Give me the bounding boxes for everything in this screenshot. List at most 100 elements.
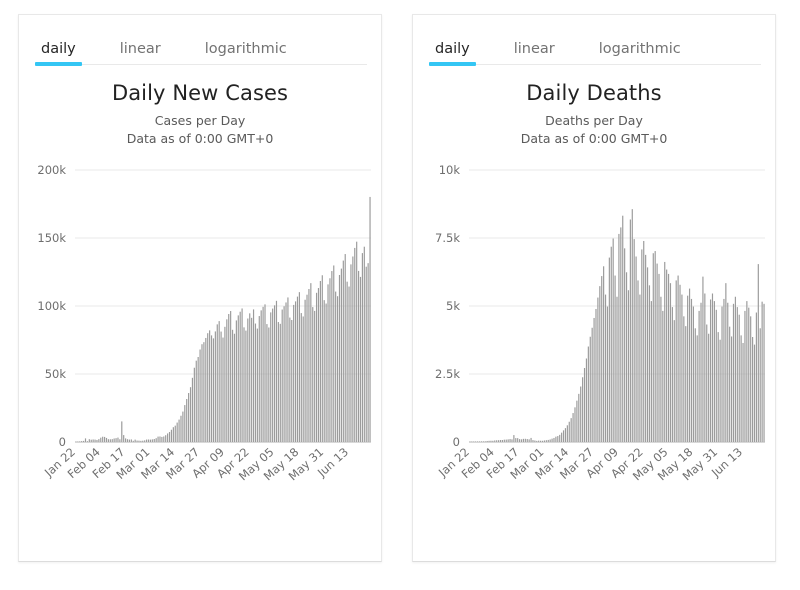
bar	[580, 386, 582, 443]
bar-chart-deaths: 02.5k5k7.5k10kJan 22Feb 04Feb 17Mar 01Ma…	[435, 163, 765, 484]
y-axis-tick-label: 200k	[37, 163, 66, 177]
tab-logarithmic-deaths[interactable]: logarithmic	[599, 41, 681, 66]
page-title-deaths: Daily Deaths	[526, 81, 662, 105]
bar	[704, 293, 706, 443]
bar	[107, 439, 110, 443]
bar	[184, 405, 186, 443]
bar	[256, 329, 258, 443]
bar	[694, 328, 696, 443]
bar	[475, 441, 477, 443]
tab-daily-deaths[interactable]: daily	[429, 41, 476, 66]
bar	[503, 440, 505, 443]
bar	[515, 438, 517, 443]
bar	[359, 277, 362, 443]
bar	[270, 312, 272, 443]
bar	[96, 440, 98, 443]
bar	[113, 438, 115, 443]
bar	[536, 441, 538, 443]
bar	[677, 275, 679, 443]
bar	[681, 295, 683, 443]
bar	[344, 254, 346, 443]
bar	[671, 307, 673, 443]
bar	[319, 281, 321, 443]
bar	[519, 439, 521, 443]
bar	[593, 318, 595, 443]
bar	[729, 327, 731, 443]
bar	[637, 280, 639, 443]
bar	[167, 433, 169, 443]
bar	[222, 337, 224, 443]
bar	[753, 345, 756, 443]
bar	[361, 253, 363, 443]
bar	[134, 440, 136, 443]
bar	[650, 301, 652, 443]
bar	[363, 247, 365, 443]
bar	[317, 288, 320, 443]
y-axis-tick-label: 50k	[45, 367, 67, 381]
bar	[140, 441, 142, 443]
bar	[354, 248, 356, 443]
bar	[480, 441, 482, 443]
tab-linear-deaths[interactable]: linear	[514, 41, 555, 66]
bar	[727, 303, 729, 443]
bar	[505, 440, 507, 443]
bar	[757, 264, 759, 443]
bar	[564, 428, 567, 443]
bar	[534, 440, 536, 443]
bar	[338, 275, 341, 443]
bar	[690, 299, 693, 443]
bar	[224, 327, 226, 443]
tab-daily-cases[interactable]: daily	[35, 41, 82, 66]
bar	[315, 293, 318, 443]
bar	[685, 326, 687, 443]
bar	[477, 441, 479, 443]
bar	[734, 297, 736, 443]
bar	[268, 327, 270, 443]
bar	[119, 439, 121, 443]
bar	[469, 441, 471, 443]
bar	[492, 441, 494, 443]
bar	[216, 324, 218, 443]
bar	[350, 264, 352, 443]
bar	[559, 435, 561, 443]
bar	[723, 299, 725, 443]
bar	[123, 435, 125, 443]
bar	[719, 340, 721, 443]
bar	[616, 297, 618, 443]
bar	[498, 440, 500, 443]
bar	[191, 378, 194, 443]
bar	[308, 289, 310, 443]
bar	[752, 337, 754, 443]
bar	[620, 227, 622, 443]
bar	[543, 440, 546, 443]
bar	[130, 439, 132, 443]
bar	[84, 438, 87, 443]
tab-linear-cases[interactable]: linear	[120, 41, 161, 66]
bar	[331, 271, 333, 443]
bar	[669, 283, 672, 443]
bar	[702, 277, 704, 443]
bar	[323, 300, 325, 443]
bar	[252, 309, 255, 443]
bar	[639, 295, 641, 443]
chart-subtitle-asof-deaths: Data as of 0:00 GMT+0	[520, 131, 668, 147]
bar	[721, 306, 723, 443]
bar	[260, 310, 262, 443]
bar	[117, 438, 119, 443]
bar	[603, 266, 605, 443]
bar	[679, 285, 681, 443]
bar	[336, 296, 339, 443]
bar	[652, 253, 654, 443]
bar	[574, 407, 576, 443]
tab-logarithmic-cases[interactable]: logarithmic	[205, 41, 287, 66]
bar	[717, 332, 719, 443]
bar	[281, 309, 283, 443]
bar	[226, 319, 228, 443]
bar	[115, 438, 117, 443]
bar	[667, 274, 670, 443]
bar	[601, 276, 603, 443]
bar	[708, 334, 710, 443]
bar	[125, 438, 127, 443]
bar	[538, 441, 540, 443]
tab-bar-cases: daily linear logarithmic	[19, 15, 381, 66]
